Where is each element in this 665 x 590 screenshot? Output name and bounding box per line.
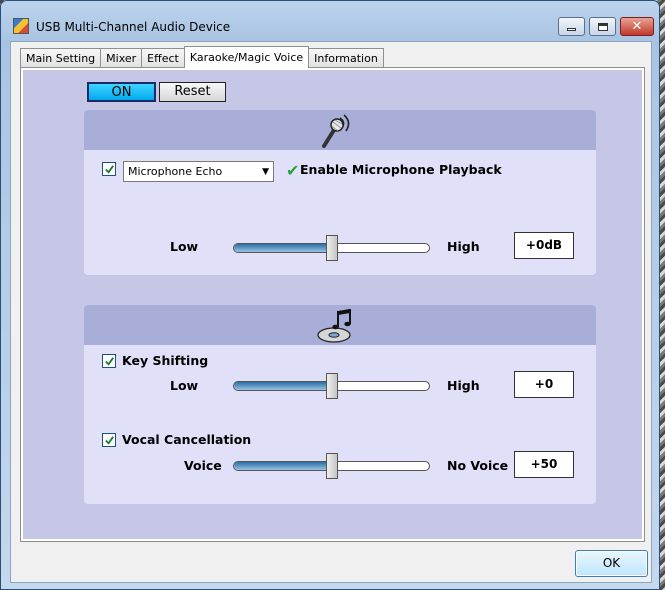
tab-information[interactable]: Information: [308, 48, 384, 68]
mic-slider-low-label: Low: [170, 239, 199, 254]
tab-mixer[interactable]: Mixer: [100, 48, 143, 68]
window-title: USB Multi-Channel Audio Device: [36, 20, 231, 34]
key-slider-high-label: High: [447, 378, 480, 393]
slider-thumb[interactable]: [326, 373, 338, 399]
close-button[interactable]: ✕: [620, 17, 654, 36]
slider-fill: [234, 462, 333, 470]
dialog-client-area: Main Setting Mixer Effect Karaoke/Magic …: [10, 41, 652, 583]
music-note-disc-icon: [317, 309, 351, 343]
slider-fill: [234, 244, 333, 252]
minimize-button[interactable]: [558, 17, 585, 36]
key-shifting-label[interactable]: Key Shifting: [122, 353, 208, 368]
minimize-icon: [567, 28, 576, 31]
checkmark-icon: [104, 435, 114, 445]
tab-strip: Main Setting Mixer Effect Karaoke/Magic …: [20, 46, 384, 68]
audio-device-window: USB Multi-Channel Audio Device ✕ Main Se…: [0, 0, 660, 590]
playback-check-icon[interactable]: ✔: [286, 163, 299, 179]
microphone-icon: [322, 114, 350, 148]
chevron-down-icon: ▼: [262, 167, 269, 177]
maximize-button[interactable]: [589, 17, 616, 36]
vocal-cancellation-label[interactable]: Vocal Cancellation: [122, 432, 251, 447]
microphone-section-header: [84, 110, 596, 150]
microphone-effect-value: Microphone Echo: [128, 165, 223, 178]
ok-button[interactable]: OK: [575, 550, 648, 577]
tab-karaoke-magic-voice[interactable]: Karaoke/Magic Voice: [183, 46, 310, 68]
checkmark-icon: [104, 164, 114, 174]
app-icon: [13, 18, 29, 34]
microphone-effect-select[interactable]: Microphone Echo ▼: [123, 161, 274, 182]
key-shifting-value: +0: [514, 371, 574, 398]
tab-main-setting[interactable]: Main Setting: [20, 48, 102, 68]
slider-thumb[interactable]: [326, 453, 338, 479]
karaoke-panel-body: ON Reset Microphone Echo ▼ ✔ Enable Micr…: [23, 70, 642, 539]
microphone-level-slider[interactable]: [233, 235, 430, 261]
slider-thumb[interactable]: [326, 235, 338, 261]
on-button[interactable]: ON: [87, 82, 156, 102]
vocal-slider-high-label: No Voice: [447, 458, 509, 473]
close-icon: ✕: [631, 19, 643, 34]
microphone-section: Microphone Echo ▼ ✔ Enable Microphone Pl…: [84, 110, 596, 275]
slider-fill: [234, 382, 333, 390]
title-bar[interactable]: USB Multi-Channel Audio Device ✕: [1, 1, 659, 39]
karaoke-section-header: [84, 305, 596, 345]
microphone-level-value: +0dB: [514, 232, 574, 259]
vocal-cancellation-slider[interactable]: [233, 453, 430, 479]
key-slider-low-label: Low: [170, 378, 199, 393]
vocal-cancellation-checkbox[interactable]: [102, 433, 116, 447]
vocal-cancellation-value: +50: [514, 451, 574, 478]
key-shifting-slider[interactable]: [233, 373, 430, 399]
key-shifting-checkbox[interactable]: [102, 354, 116, 368]
mic-slider-high-label: High: [447, 239, 480, 254]
microphone-enable-checkbox[interactable]: [102, 162, 116, 176]
karaoke-section: Key Shifting Low High +0 Vocal Cancellat…: [84, 305, 596, 504]
tab-effect[interactable]: Effect: [141, 48, 185, 68]
reset-button[interactable]: Reset: [159, 82, 226, 102]
enable-microphone-playback-label[interactable]: Enable Microphone Playback: [300, 162, 502, 177]
karaoke-tab-panel: ON Reset Microphone Echo ▼ ✔ Enable Micr…: [20, 67, 645, 542]
checkmark-icon: [104, 356, 114, 366]
vocal-slider-low-label: Voice: [184, 458, 222, 473]
maximize-icon: [597, 22, 608, 31]
